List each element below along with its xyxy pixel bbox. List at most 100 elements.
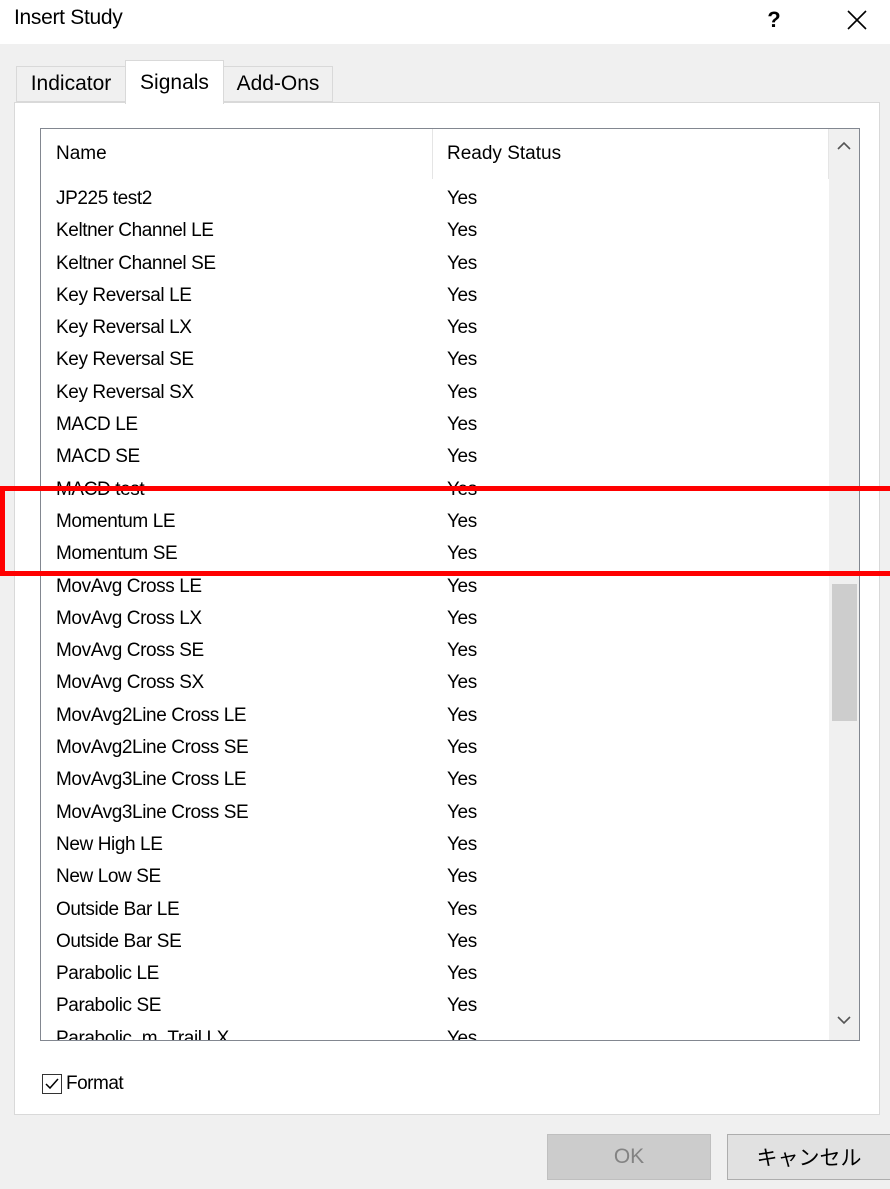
checkmark-icon [45, 1078, 59, 1090]
signal-name: JP225 test2 [56, 188, 152, 209]
ready-status: Yes [447, 833, 477, 855]
ready-status: Yes [447, 575, 477, 597]
ready-status: Yes [447, 510, 477, 532]
scroll-up-button[interactable] [829, 131, 859, 161]
format-checkbox-row[interactable]: Format [42, 1073, 124, 1095]
list-item[interactable]: Keltner Channel SE Yes [41, 248, 829, 280]
signal-name: MovAvg Cross LX [56, 607, 202, 629]
signal-name: Momentum LE [56, 510, 176, 532]
list-item[interactable]: MovAvg2Line Cross SE Yes [41, 732, 829, 764]
tab-indicator[interactable]: Indicator [16, 66, 126, 102]
list-item[interactable]: Parabolic LE Yes [41, 958, 829, 990]
list-item[interactable]: MovAvg Cross SX Yes [41, 667, 829, 699]
ready-status: Yes [447, 1027, 477, 1041]
signal-name: MovAvg2Line Cross SE [56, 737, 249, 759]
chevron-up-icon [837, 141, 851, 150]
scroll-down-button[interactable] [829, 1005, 859, 1035]
cancel-button[interactable]: キャンセル [727, 1134, 890, 1180]
list-item[interactable]: Key Reversal SE Yes [41, 344, 829, 376]
ready-status: Yes [447, 995, 477, 1017]
ready-status: Yes [447, 414, 477, 436]
format-label: Format [66, 1073, 124, 1094]
list-item[interactable]: Parabolic_m_Trail LX Yes [41, 1023, 829, 1041]
ready-status: Yes [447, 446, 477, 468]
chevron-down-icon [837, 1016, 851, 1025]
ready-status: Yes [447, 317, 477, 339]
ready-status: Yes [447, 640, 477, 662]
list-item[interactable]: Outside Bar LE Yes [41, 894, 829, 926]
signal-name: MovAvg3Line Cross SE [56, 801, 249, 823]
help-button[interactable]: ? [752, 0, 796, 40]
vertical-scrollbar[interactable] [829, 129, 859, 1040]
list-item[interactable]: Momentum LE Yes [41, 506, 829, 538]
close-icon [847, 10, 867, 30]
signal-name: Parabolic_m_Trail LX [56, 1027, 229, 1041]
list-item[interactable]: MovAvg Cross LE Yes [41, 571, 829, 603]
list-item[interactable]: Key Reversal LE Yes [41, 280, 829, 312]
ready-status: Yes [447, 704, 477, 726]
signal-name: Parabolic SE [56, 995, 162, 1017]
ready-status: Yes [447, 543, 477, 565]
close-button[interactable] [835, 0, 879, 40]
signal-name: New High LE [56, 833, 163, 855]
signal-name: MovAvg Cross LE [56, 575, 202, 597]
column-header-name[interactable]: Name [41, 129, 433, 179]
signal-name: Key Reversal LX [56, 317, 192, 339]
signal-name: MovAvg3Line Cross LE [56, 769, 247, 791]
ready-status: Yes [447, 963, 477, 985]
list-rows: JP225 test2 Yes Keltner Channel LE Yes Keltn… [41, 183, 829, 1041]
signal-name: Keltner Channel LE [56, 220, 214, 242]
signal-name: Keltner Channel SE [56, 252, 216, 274]
signal-name: Key Reversal SX [56, 381, 194, 403]
list-item[interactable]: MACD test Yes [41, 474, 829, 506]
format-checkbox[interactable] [42, 1074, 62, 1094]
ready-status: Yes [447, 607, 477, 629]
ready-status: Yes [447, 866, 477, 888]
list-item[interactable]: MACD LE Yes [41, 409, 829, 441]
list-item[interactable]: Parabolic SE Yes [41, 990, 829, 1022]
signal-name: MACD LE [56, 414, 138, 436]
list-item[interactable]: MovAvg3Line Cross SE Yes [41, 797, 829, 829]
list-item[interactable]: Outside Bar SE Yes [41, 926, 829, 958]
list-item[interactable]: MovAvg3Line Cross LE Yes [41, 764, 829, 796]
signal-name: Momentum SE [56, 543, 178, 565]
ready-status: Yes [447, 769, 477, 791]
signals-list[interactable]: Name Ready Status JP225 test2 Yes Keltner … [40, 128, 860, 1041]
tab-add-ons[interactable]: Add-Ons [223, 66, 333, 102]
scroll-thumb[interactable] [832, 584, 857, 721]
ready-status: Yes [447, 252, 477, 274]
ready-status: Yes [447, 478, 477, 500]
signal-name: Outside Bar LE [56, 898, 180, 920]
signal-name: New Low SE [56, 866, 161, 888]
tab-signals[interactable]: Signals [125, 60, 224, 104]
list-item[interactable]: MACD SE Yes [41, 441, 829, 473]
ready-status: Yes [447, 737, 477, 759]
list-item[interactable]: MovAvg Cross SE Yes [41, 635, 829, 667]
list-item[interactable]: Key Reversal SX Yes [41, 377, 829, 409]
ready-status: Yes [447, 801, 477, 823]
column-header-ready-status[interactable]: Ready Status [434, 129, 829, 179]
list-item[interactable]: MovAvg Cross LX Yes [41, 603, 829, 635]
ready-status: Yes [447, 381, 477, 403]
list-item[interactable]: MovAvg2Line Cross LE Yes [41, 700, 829, 732]
signal-name: Key Reversal SE [56, 349, 194, 371]
signal-name: Key Reversal LE [56, 284, 192, 306]
signal-name: MovAvg2Line Cross LE [56, 704, 247, 726]
signal-name: MovAvg Cross SE [56, 640, 204, 662]
list-item[interactable]: New High LE Yes [41, 829, 829, 861]
ready-status: Yes [447, 220, 477, 242]
ok-button[interactable]: OK [547, 1134, 711, 1180]
title-bar: Insert Study ? [0, 0, 890, 44]
ready-status: Yes [447, 349, 477, 371]
list-item[interactable]: New Low SE Yes [41, 861, 829, 893]
signal-name: MovAvg Cross SX [56, 672, 204, 694]
ready-status: Yes [447, 284, 477, 306]
ready-status: Yes [447, 672, 477, 694]
list-item[interactable]: Key Reversal LX Yes [41, 312, 829, 344]
ready-status: Yes [447, 898, 477, 920]
list-item[interactable]: JP225 test2 Yes [41, 183, 829, 215]
signal-name: MACD SE [56, 446, 140, 468]
list-item[interactable]: Momentum SE Yes [41, 538, 829, 570]
list-item[interactable]: Keltner Channel LE Yes [41, 215, 829, 247]
window-title: Insert Study [14, 6, 123, 29]
